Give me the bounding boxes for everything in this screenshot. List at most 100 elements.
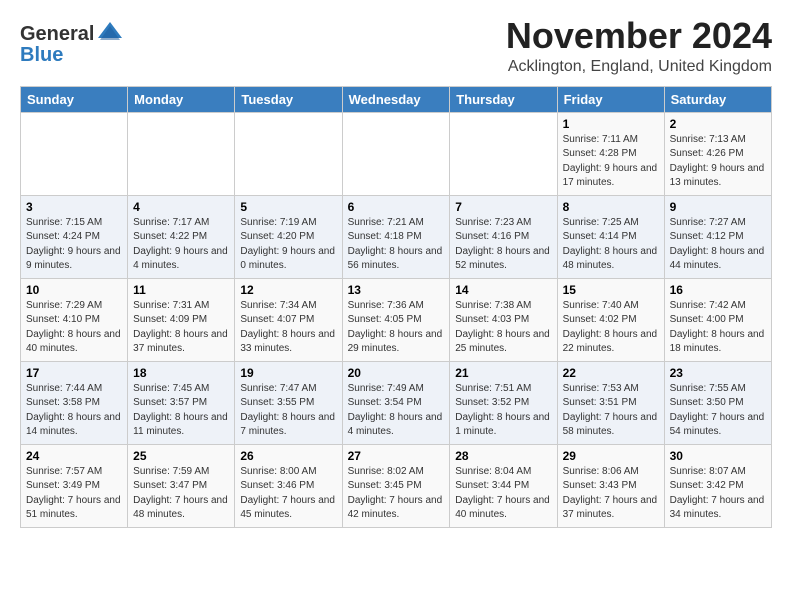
day-info: Sunrise: 7:15 AM Sunset: 4:24 PM Dayligh…	[26, 216, 122, 274]
calendar-cell	[235, 112, 342, 195]
calendar-week-1: 3 Sunrise: 7:15 AM Sunset: 4:24 PM Daylig…	[21, 195, 772, 278]
calendar-header-tuesday: Tuesday	[235, 86, 342, 112]
day-info: Sunrise: 7:27 AM Sunset: 4:12 PM Dayligh…	[670, 216, 766, 274]
calendar-cell: 9 Sunrise: 7:27 AM Sunset: 4:12 PM Daylig…	[664, 195, 771, 278]
logo-general: General	[20, 23, 94, 46]
calendar-cell: 19 Sunrise: 7:47 AM Sunset: 3:55 PM Dayli…	[235, 361, 342, 444]
day-info: Sunrise: 7:25 AM Sunset: 4:14 PM Dayligh…	[563, 216, 659, 274]
calendar-week-4: 24Sunrise: 7:57 AM Sunset: 3:49 PM Dayli…	[21, 444, 772, 527]
calendar-cell	[128, 112, 235, 195]
day-number: 14	[455, 283, 551, 297]
day-number: 1	[563, 117, 659, 131]
calendar-cell: 10Sunrise: 7:29 AM Sunset: 4:10 PM Dayli…	[21, 278, 128, 361]
day-info: Sunrise: 7:53 AM Sunset: 3:51 PM Dayligh…	[563, 382, 659, 440]
title-block: November 2024 Acklington, England, Unite…	[506, 16, 772, 76]
day-number: 18	[133, 366, 229, 380]
day-number: 22	[563, 366, 659, 380]
day-number: 8	[563, 200, 659, 214]
day-info: Sunrise: 8:00 AM Sunset: 3:46 PM Dayligh…	[240, 465, 336, 523]
day-info: Sunrise: 7:42 AM Sunset: 4:00 PM Dayligh…	[670, 299, 766, 357]
day-number: 17	[26, 366, 122, 380]
day-number: 21	[455, 366, 551, 380]
day-info: Sunrise: 7:51 AM Sunset: 3:52 PM Dayligh…	[455, 382, 551, 440]
header: General Blue November 2024 Acklington, E…	[20, 16, 772, 76]
day-info: Sunrise: 7:49 AM Sunset: 3:54 PM Dayligh…	[348, 382, 445, 440]
day-info: Sunrise: 7:29 AM Sunset: 4:10 PM Dayligh…	[26, 299, 122, 357]
calendar-header-monday: Monday	[128, 86, 235, 112]
day-number: 3	[26, 200, 122, 214]
calendar-cell: 30 Sunrise: 8:07 AM Sunset: 3:42 PM Dayli…	[664, 444, 771, 527]
calendar-cell: 29 Sunrise: 8:06 AM Sunset: 3:43 PM Dayli…	[557, 444, 664, 527]
calendar-cell: 6 Sunrise: 7:21 AM Sunset: 4:18 PM Daylig…	[342, 195, 450, 278]
day-info: Sunrise: 7:21 AM Sunset: 4:18 PM Dayligh…	[348, 216, 445, 274]
day-number: 9	[670, 200, 766, 214]
day-number: 23	[670, 366, 766, 380]
calendar-cell	[450, 112, 557, 195]
calendar-cell	[21, 112, 128, 195]
day-number: 30	[670, 449, 766, 463]
day-number: 19	[240, 366, 336, 380]
logo-blue-text: Blue	[20, 44, 63, 66]
logo-icon	[96, 20, 124, 48]
calendar-cell: 20 Sunrise: 7:49 AM Sunset: 3:54 PM Dayli…	[342, 361, 450, 444]
day-info: Sunrise: 7:55 AM Sunset: 3:50 PM Dayligh…	[670, 382, 766, 440]
calendar-cell: 15Sunrise: 7:40 AM Sunset: 4:02 PM Dayli…	[557, 278, 664, 361]
calendar-cell: 14 Sunrise: 7:38 AM Sunset: 4:03 PM Dayli…	[450, 278, 557, 361]
day-info: Sunrise: 8:04 AM Sunset: 3:44 PM Dayligh…	[455, 465, 551, 523]
calendar-cell: 13 Sunrise: 7:36 AM Sunset: 4:05 PM Dayli…	[342, 278, 450, 361]
month-title: November 2024	[506, 16, 772, 56]
day-number: 16	[670, 283, 766, 297]
day-number: 25	[133, 449, 229, 463]
calendar-cell: 25 Sunrise: 7:59 AM Sunset: 3:47 PM Dayli…	[128, 444, 235, 527]
day-info: Sunrise: 8:06 AM Sunset: 3:43 PM Dayligh…	[563, 465, 659, 523]
day-info: Sunrise: 7:36 AM Sunset: 4:05 PM Dayligh…	[348, 299, 445, 357]
calendar-cell: 24Sunrise: 7:57 AM Sunset: 3:49 PM Dayli…	[21, 444, 128, 527]
day-info: Sunrise: 7:11 AM Sunset: 4:28 PM Dayligh…	[563, 133, 659, 191]
day-number: 13	[348, 283, 445, 297]
calendar-cell: 2Sunrise: 7:13 AM Sunset: 4:26 PM Daylig…	[664, 112, 771, 195]
calendar-cell: 18 Sunrise: 7:45 AM Sunset: 3:57 PM Dayli…	[128, 361, 235, 444]
calendar-table: SundayMondayTuesdayWednesdayThursdayFrid…	[20, 86, 772, 528]
day-info: Sunrise: 7:57 AM Sunset: 3:49 PM Dayligh…	[26, 465, 122, 523]
page: General Blue November 2024 Acklington, E…	[0, 0, 792, 538]
calendar-header-wednesday: Wednesday	[342, 86, 450, 112]
day-info: Sunrise: 7:17 AM Sunset: 4:22 PM Dayligh…	[133, 216, 229, 274]
calendar-cell: 22 Sunrise: 7:53 AM Sunset: 3:51 PM Dayli…	[557, 361, 664, 444]
calendar-header-saturday: Saturday	[664, 86, 771, 112]
calendar-header-thursday: Thursday	[450, 86, 557, 112]
calendar-cell: 8 Sunrise: 7:25 AM Sunset: 4:14 PM Daylig…	[557, 195, 664, 278]
calendar-week-0: 1 Sunrise: 7:11 AM Sunset: 4:28 PM Daylig…	[21, 112, 772, 195]
calendar-cell: 21 Sunrise: 7:51 AM Sunset: 3:52 PM Dayli…	[450, 361, 557, 444]
calendar-cell: 23 Sunrise: 7:55 AM Sunset: 3:50 PM Dayli…	[664, 361, 771, 444]
calendar-header-sunday: Sunday	[21, 86, 128, 112]
day-number: 26	[240, 449, 336, 463]
calendar-week-3: 17Sunrise: 7:44 AM Sunset: 3:58 PM Dayli…	[21, 361, 772, 444]
day-number: 7	[455, 200, 551, 214]
day-info: Sunrise: 7:38 AM Sunset: 4:03 PM Dayligh…	[455, 299, 551, 357]
calendar-cell: 5Sunrise: 7:19 AM Sunset: 4:20 PM Daylig…	[235, 195, 342, 278]
day-number: 29	[563, 449, 659, 463]
calendar-cell: 17Sunrise: 7:44 AM Sunset: 3:58 PM Dayli…	[21, 361, 128, 444]
logo: General Blue	[20, 20, 124, 67]
location: Acklington, England, United Kingdom	[506, 58, 772, 76]
day-info: Sunrise: 7:45 AM Sunset: 3:57 PM Dayligh…	[133, 382, 229, 440]
day-number: 20	[348, 366, 445, 380]
day-number: 11	[133, 283, 229, 297]
day-number: 28	[455, 449, 551, 463]
day-number: 6	[348, 200, 445, 214]
day-info: Sunrise: 7:59 AM Sunset: 3:47 PM Dayligh…	[133, 465, 229, 523]
day-info: Sunrise: 7:47 AM Sunset: 3:55 PM Dayligh…	[240, 382, 336, 440]
day-info: Sunrise: 7:13 AM Sunset: 4:26 PM Dayligh…	[670, 133, 766, 191]
day-info: Sunrise: 7:31 AM Sunset: 4:09 PM Dayligh…	[133, 299, 229, 357]
calendar-cell: 7 Sunrise: 7:23 AM Sunset: 4:16 PM Daylig…	[450, 195, 557, 278]
calendar-cell: 26 Sunrise: 8:00 AM Sunset: 3:46 PM Dayli…	[235, 444, 342, 527]
day-info: Sunrise: 7:23 AM Sunset: 4:16 PM Dayligh…	[455, 216, 551, 274]
calendar-header-friday: Friday	[557, 86, 664, 112]
calendar-cell	[342, 112, 450, 195]
calendar-cell: 1 Sunrise: 7:11 AM Sunset: 4:28 PM Daylig…	[557, 112, 664, 195]
calendar-cell: 27Sunrise: 8:02 AM Sunset: 3:45 PM Dayli…	[342, 444, 450, 527]
day-info: Sunrise: 8:02 AM Sunset: 3:45 PM Dayligh…	[348, 465, 445, 523]
day-info: Sunrise: 7:34 AM Sunset: 4:07 PM Dayligh…	[240, 299, 336, 357]
day-info: Sunrise: 8:07 AM Sunset: 3:42 PM Dayligh…	[670, 465, 766, 523]
day-number: 12	[240, 283, 336, 297]
